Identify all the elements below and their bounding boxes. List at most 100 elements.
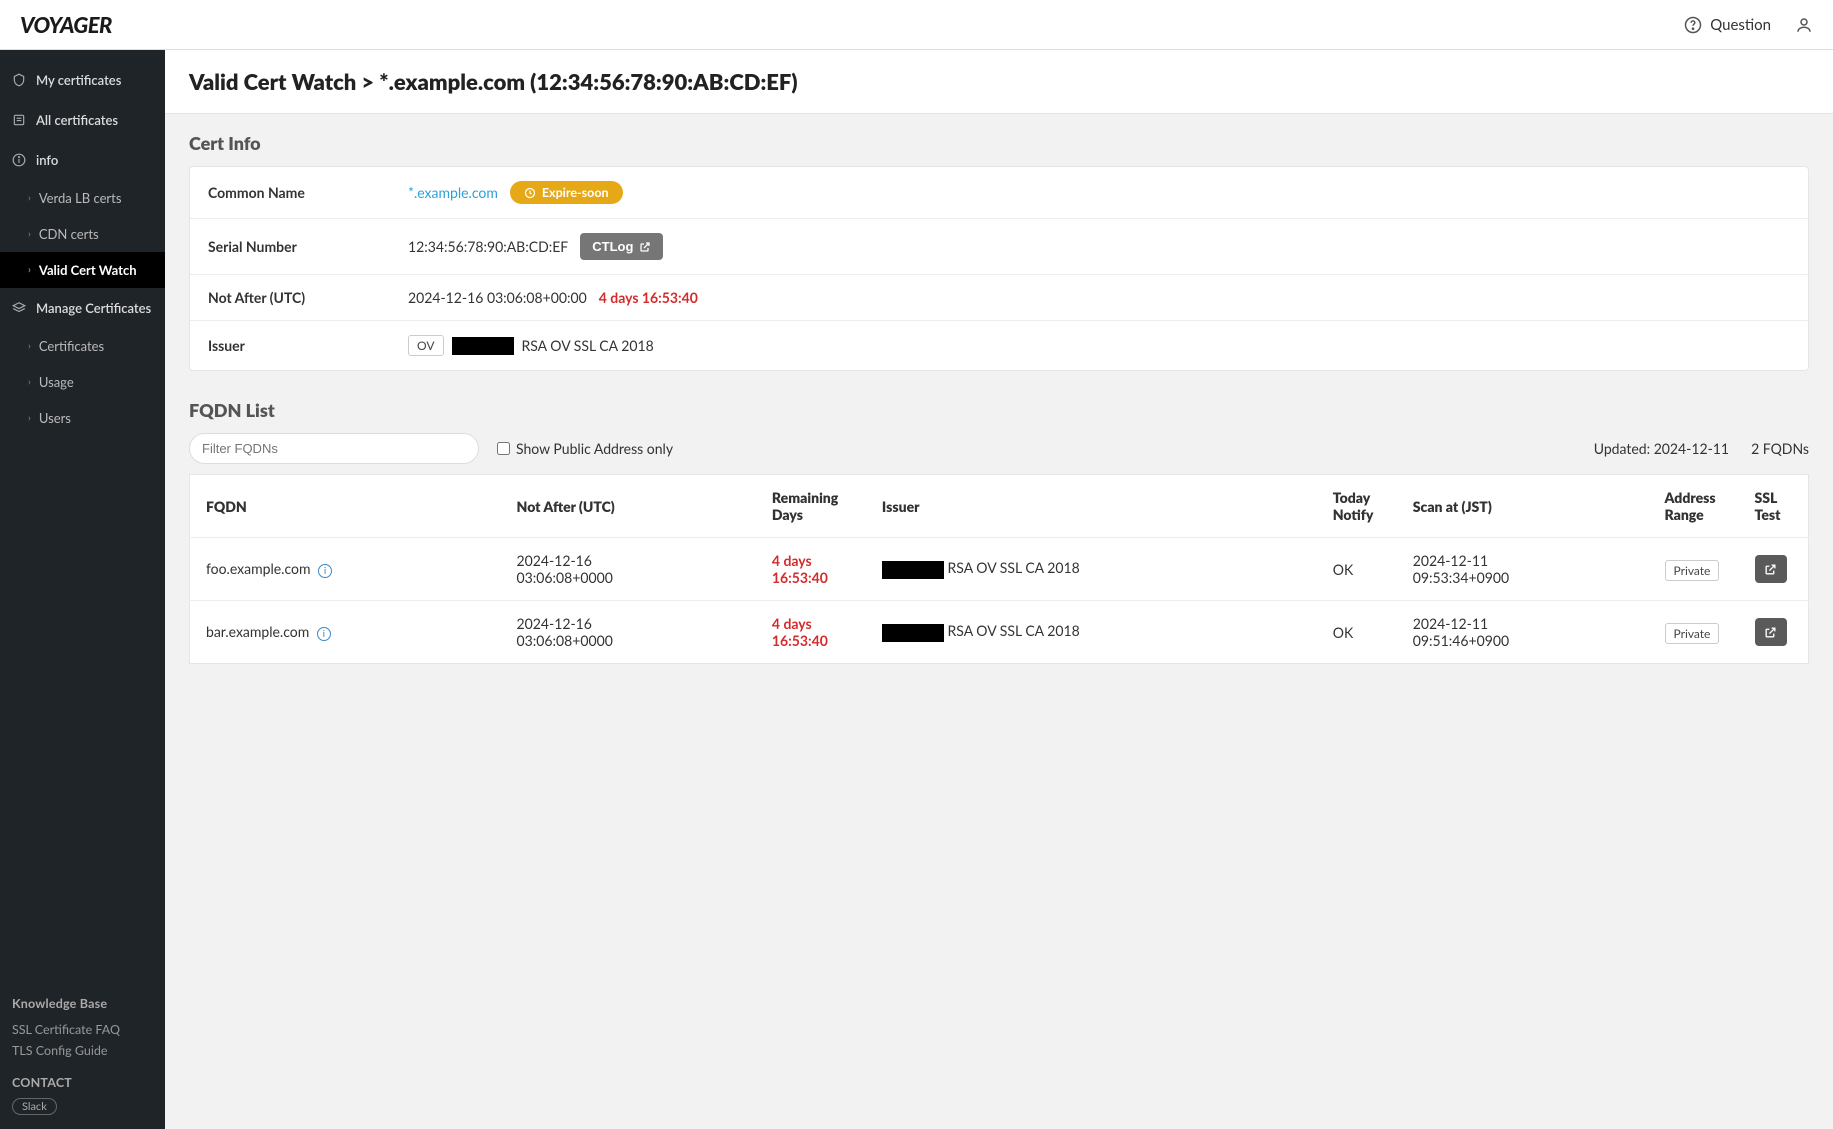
table-row: bar.example.com i 2024-12-16 03:06:08+00… [190,601,1809,664]
kb-link-faq[interactable]: SSL Certificate FAQ [12,1019,153,1040]
table-header-row: FQDN Not After (UTC) Remaining Days Issu… [190,475,1809,538]
sidebar-bottom: Knowledge Base SSL Certificate FAQ TLS C… [0,982,165,1129]
sidebar-sub-verda-lb[interactable]: › Verda LB certs [0,180,165,216]
page-title: Valid Cert Watch > *.example.com (12:34:… [189,68,1809,95]
external-link-icon [1764,563,1777,576]
main-content: Valid Cert Watch > *.example.com (12:34:… [165,50,1833,1129]
cell-scan-date: 2024-12-11 [1413,552,1633,569]
label-serial: Serial Number [208,238,408,255]
ssl-test-button[interactable] [1755,555,1787,583]
fqdn-count: 2 FQDNs [1751,440,1809,457]
info-tooltip-icon[interactable]: i [317,627,331,641]
chevron-right-icon: › [28,376,31,388]
expire-badge-label: Expire-soon [542,185,609,200]
cell-remaining-days: 4 days [772,552,850,569]
cell-not-after-date: 2024-12-16 [517,552,740,569]
ctlog-button[interactable]: CTLog [580,233,663,260]
sidebar-sub-label: Certificates [39,338,104,354]
chevron-right-icon: › [28,264,31,276]
cell-not-after-date: 2024-12-16 [517,615,740,632]
sidebar-item-info[interactable]: info [0,140,165,180]
col-not-after: Not After (UTC) [501,475,756,538]
cell-scan-time: 09:51:46+0900 [1413,632,1633,649]
user-icon[interactable] [1795,16,1813,34]
cell-fqdn: foo.example.com [206,560,310,577]
sidebar-item-manage[interactable]: Manage Certificates [0,288,165,328]
cell-issuer: RSA OV SSL CA 2018 [948,622,1080,639]
issuer-name: RSA OV SSL CA 2018 [522,337,654,354]
label-issuer: Issuer [208,337,408,354]
sidebar-label: My certificates [36,72,121,88]
label-not-after: Not After (UTC) [208,289,408,306]
cert-info-title: Cert Info [189,132,1809,154]
cert-info-card: Common Name *.example.com Expire-soon Se… [189,166,1809,371]
cell-not-after-time: 03:06:08+0000 [517,632,740,649]
col-issuer: Issuer [866,475,1317,538]
chevron-right-icon: › [28,340,31,352]
cell-scan-time: 09:53:34+0900 [1413,569,1633,586]
topbar: VOYAGER Question [0,0,1833,50]
row-not-after: Not After (UTC) 2024-12-16 03:06:08+00:0… [190,275,1808,321]
sidebar-sub-users[interactable]: › Users [0,400,165,436]
sidebar-item-my-certificates[interactable]: My certificates [0,60,165,100]
cell-issuer: RSA OV SSL CA 2018 [948,559,1080,576]
page-header: Valid Cert Watch > *.example.com (12:34:… [165,50,1833,114]
layers-icon [12,301,26,315]
info-tooltip-icon[interactable]: i [318,564,332,578]
kb-link-tls[interactable]: TLS Config Guide [12,1040,153,1061]
contact-heading: CONTACT [12,1075,153,1090]
cell-remaining-time: 16:53:40 [772,632,850,649]
redacted-issuer-org [452,337,514,355]
fqdn-section: FQDN List Show Public Address only Updat… [165,381,1833,674]
col-scan: Scan at (JST) [1397,475,1649,538]
cell-scan-date: 2024-12-11 [1413,615,1633,632]
sidebar-item-all-certificates[interactable]: All certificates [0,100,165,140]
addr-badge: Private [1665,560,1720,581]
sidebar-sub-label: CDN certs [39,226,99,242]
label-common-name: Common Name [208,184,408,201]
updated-text: Updated: 2024-12-11 [1594,440,1729,457]
common-name-value[interactable]: *.example.com [408,184,498,201]
row-serial: Serial Number 12:34:56:78:90:AB:CD:EF CT… [190,219,1808,275]
sidebar-sub-usage[interactable]: › Usage [0,364,165,400]
ctlog-label: CTLog [592,239,633,254]
external-link-icon [1764,626,1777,639]
sidebar-sub-label: Users [39,410,71,426]
info-icon [12,153,26,167]
topbar-right: Question [1684,16,1813,34]
sidebar-label: info [36,152,58,168]
col-addr: Address Range [1649,475,1739,538]
serial-value: 12:34:56:78:90:AB:CD:EF [408,238,568,255]
redacted-issuer-org [882,561,944,579]
fqdn-title: FQDN List [189,399,1809,421]
sidebar-sub-valid-cert-watch[interactable]: › Valid Cert Watch [0,252,165,288]
fqdn-filter-input[interactable] [189,433,479,464]
sidebar-label: Manage Certificates [36,300,151,316]
slack-badge[interactable]: Slack [12,1098,57,1115]
cell-not-after-time: 03:06:08+0000 [517,569,740,586]
public-only-label: Show Public Address only [516,440,673,457]
table-row: foo.example.com i 2024-12-16 03:06:08+00… [190,538,1809,601]
sidebar: My certificates All certificates info › … [0,50,165,1129]
col-remaining: Remaining Days [756,475,866,538]
question-link[interactable]: Question [1684,16,1771,34]
sidebar-label: All certificates [36,112,118,128]
ssl-test-button[interactable] [1755,618,1787,646]
cell-remaining-days: 4 days [772,615,850,632]
cell-notify: OK [1317,601,1397,664]
expire-soon-badge: Expire-soon [510,181,623,204]
public-only-checkbox[interactable] [497,442,510,455]
brand-logo[interactable]: VOYAGER [20,11,112,38]
row-issuer: Issuer OV RSA OV SSL CA 2018 [190,321,1808,370]
cell-fqdn: bar.example.com [206,623,309,640]
clock-icon [524,187,536,199]
redacted-issuer-org [882,624,944,642]
sidebar-sub-cdn[interactable]: › CDN certs [0,216,165,252]
kb-heading: Knowledge Base [12,996,153,1011]
sidebar-sub-certificates[interactable]: › Certificates [0,328,165,364]
sidebar-sub-label: Valid Cert Watch [39,262,137,278]
chevron-right-icon: › [28,412,31,424]
cell-notify: OK [1317,538,1397,601]
row-common-name: Common Name *.example.com Expire-soon [190,167,1808,219]
public-only-toggle[interactable]: Show Public Address only [497,440,673,457]
